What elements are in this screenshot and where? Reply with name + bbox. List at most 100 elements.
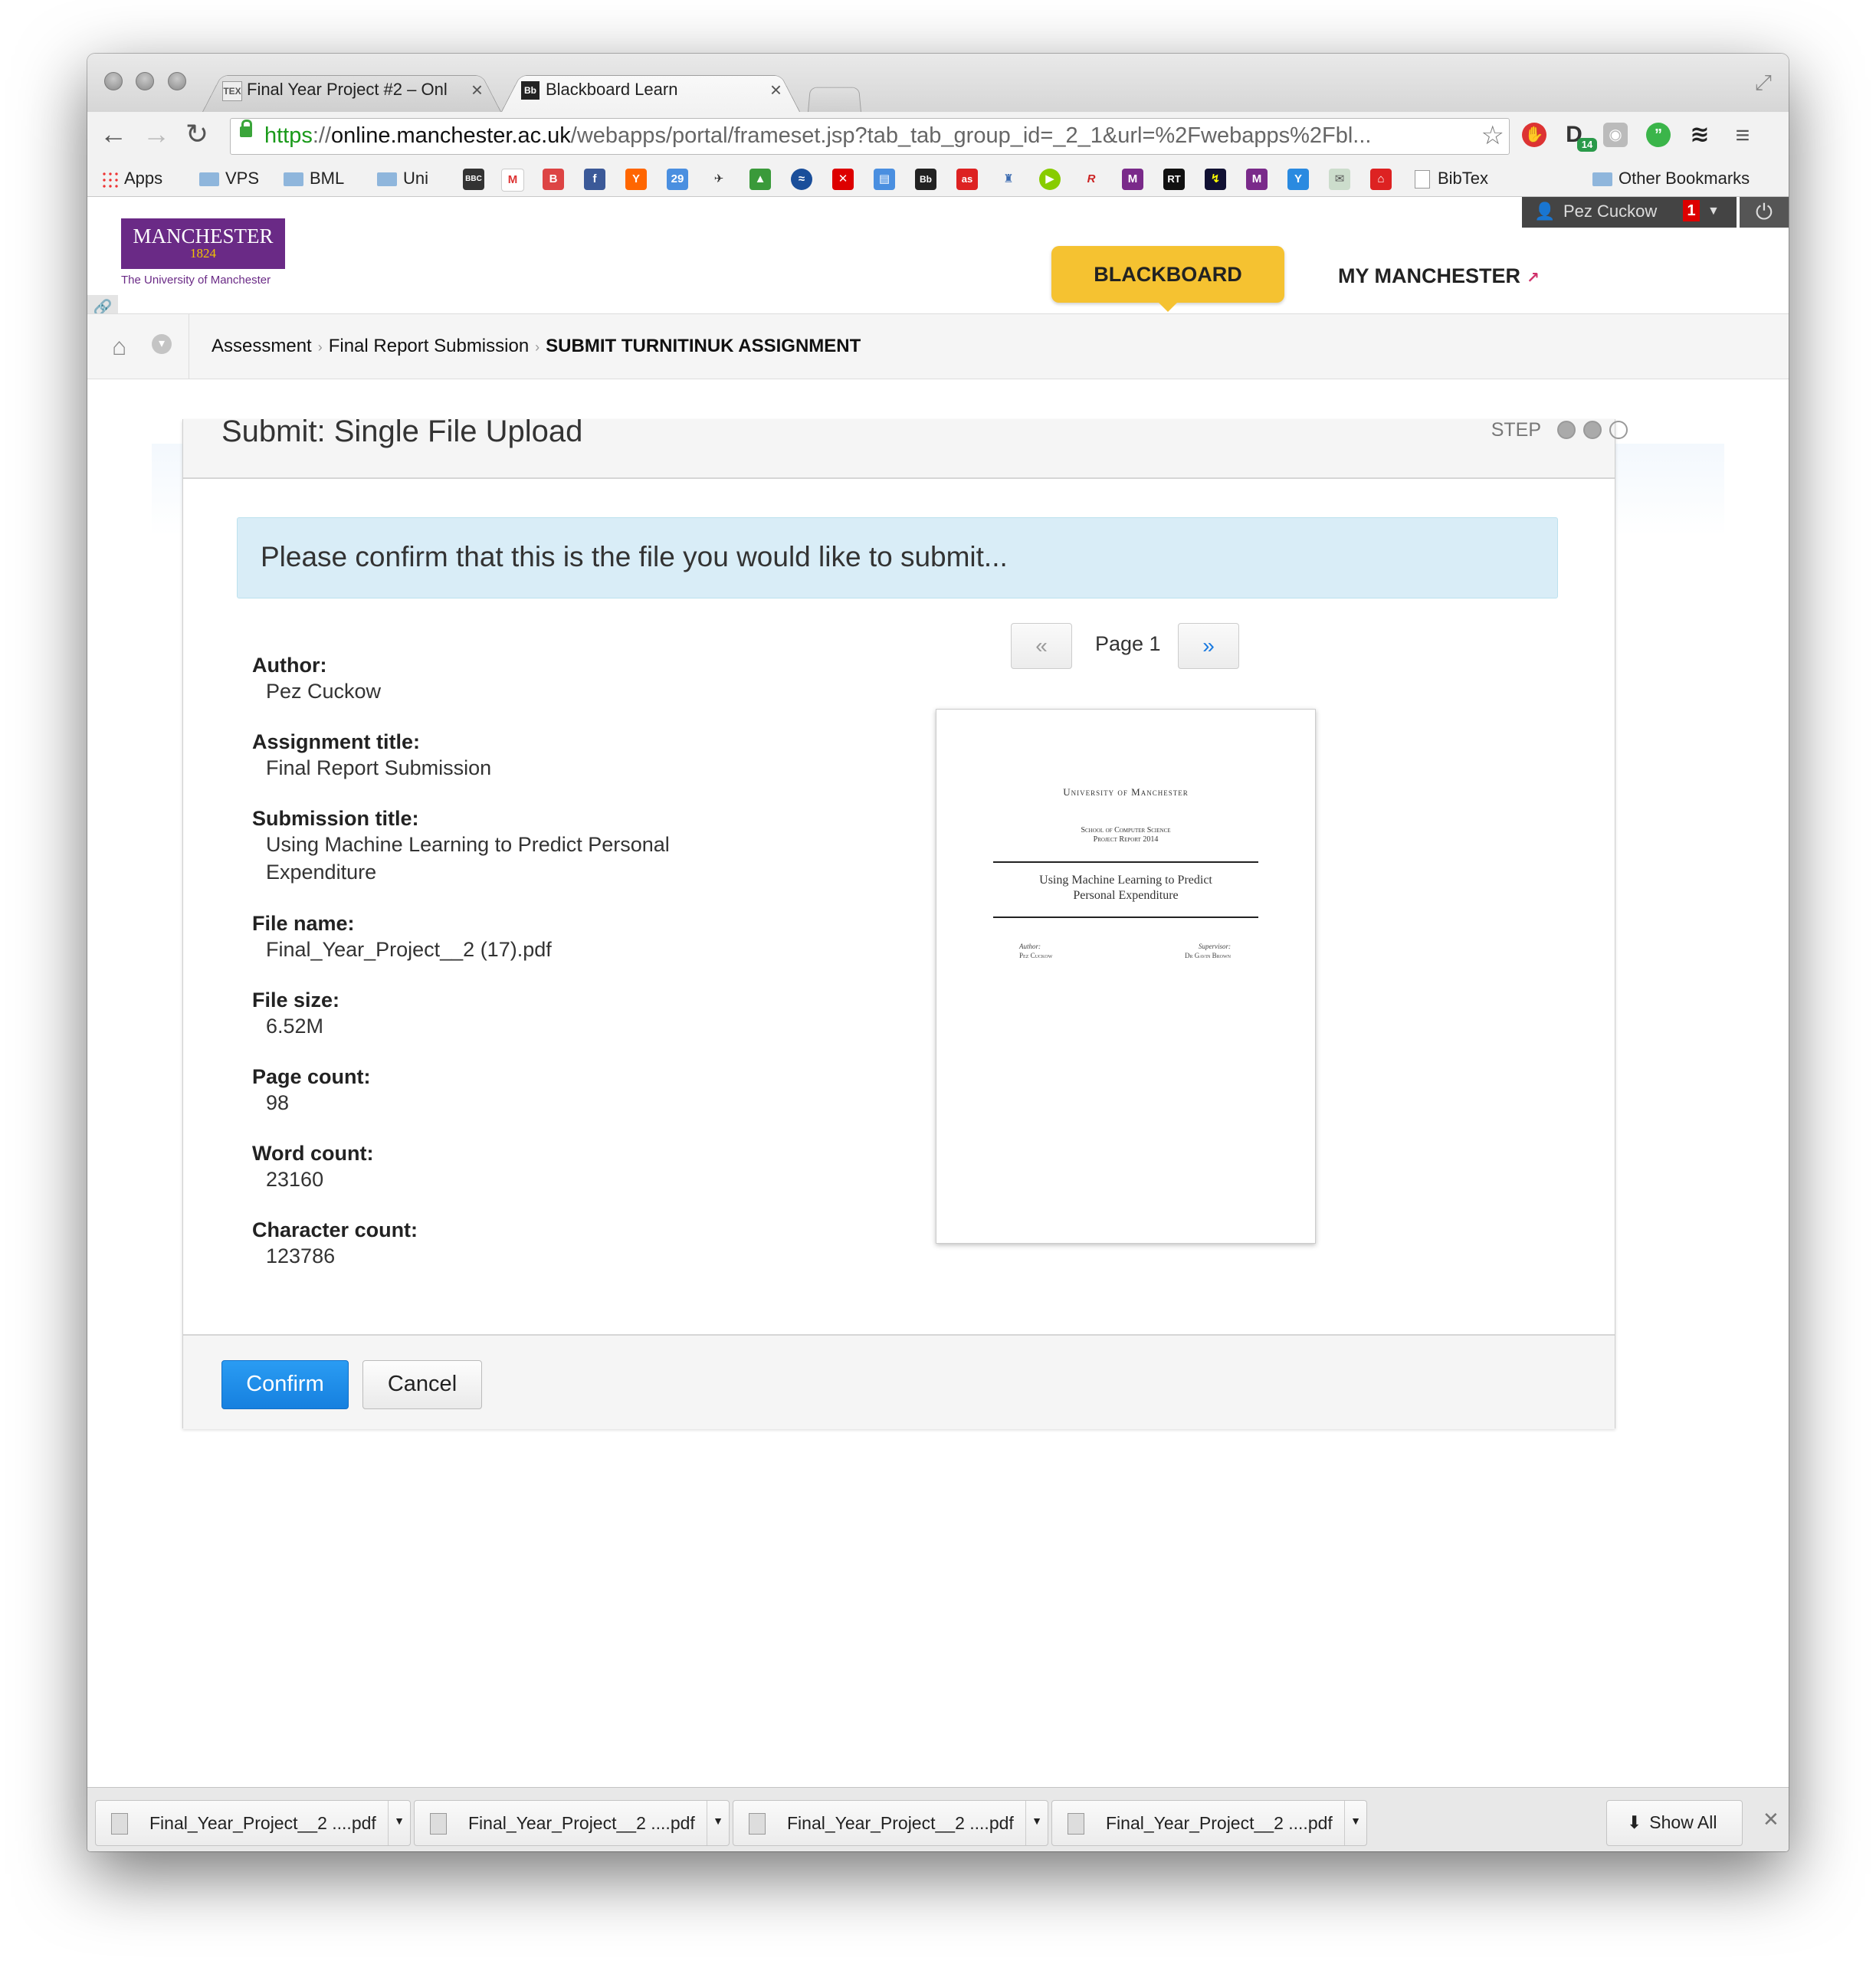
lastfm-bookmark-icon[interactable]: as [956,169,978,190]
bookmark-folder-uni[interactable]: Uni [377,169,428,189]
fullscreen-icon[interactable]: ⤢ [1755,70,1772,96]
tab-title: Final Year Project #2 – Onl [247,80,448,99]
submission-panel: Submit: Single File Upload STEP Please c… [182,415,1628,1429]
bookmark-icon-r[interactable]: R [1081,169,1102,190]
prev-page-button[interactable]: « [1011,623,1072,669]
detail-word-count: Word count: 23160 [252,1142,374,1191]
adblock-icon[interactable]: ✋ [1522,123,1546,147]
zoom-window-button[interactable] [167,72,186,90]
drive-bookmark-icon[interactable]: ▲ [749,169,771,190]
blackboard-favicon-icon: Bb [521,81,540,100]
new-tab-button[interactable] [808,84,861,112]
bookmark-icon-red[interactable]: B [543,169,564,190]
contacts-bookmark-icon[interactable]: ▤ [874,169,895,190]
detail-assignment-title: Assignment title: Final Report Submissio… [252,730,492,779]
chevron-right-icon: › [535,339,540,355]
detail-file-name: File name: Final_Year_Project__2 (17).pd… [252,912,552,961]
nav-blackboard-tab[interactable]: BLACKBOARD [1051,246,1284,312]
close-tab-icon[interactable]: × [770,78,782,102]
next-page-button[interactable]: » [1178,623,1239,669]
detail-character-count: Character count: 123786 [252,1218,418,1267]
manchester-bookmark-icon-2[interactable]: M [1246,169,1268,190]
pdf-file-icon [430,1813,447,1835]
user-icon: 👤 [1534,202,1556,221]
bookmark-icon-blue[interactable]: ♜ [998,169,1019,190]
bookmark-bibtex[interactable]: BibTex [1415,169,1488,189]
confirm-info-box: Please confirm that this is the file you… [237,517,1558,598]
breadcrumb-bar: ⌂ ▾ Assessment › Final Report Submission › S… [87,313,1789,379]
apps-grid-icon [101,171,118,189]
address-bar[interactable]: https://online.manchester.ac.uk/webapps/… [230,118,1510,155]
close-tab-icon[interactable]: × [471,78,483,102]
bookmark-folder-bml[interactable]: BML [284,169,344,189]
document-preview: University of Manchester School of Compu… [936,709,1316,1244]
detail-author: Author: Pez Cuckow [252,654,382,703]
download-item[interactable]: Final_Year_Project__2 ....pdf ▼ [1051,1800,1367,1846]
user-name: Pez Cuckow [1563,202,1658,221]
bookmark-star-icon[interactable]: ☆ [1481,120,1504,151]
close-downloads-icon[interactable]: ✕ [1763,1808,1779,1831]
detail-page-count: Page count: 98 [252,1065,371,1114]
manchester-logo[interactable]: MANCHESTER 1824 [121,218,285,269]
blackboard-bookmark-icon[interactable]: Bb [915,169,936,190]
breadcrumb-assessment[interactable]: Assessment [212,336,312,356]
bookmark-icon-mail[interactable]: ✉ [1329,169,1350,190]
bookmarks-bar: Apps VPS BML Uni BBC M B f Y 29 ✈ ▲ ≈ ✕ … [87,161,1789,197]
hsbc-bookmark-icon[interactable]: ✕ [832,169,854,190]
tab-title: Blackboard Learn [546,80,678,99]
calendar-bookmark-icon[interactable]: 29 [667,169,688,190]
breadcrumb-final-report[interactable]: Final Report Submission [329,336,529,356]
hackernews-bookmark-icon[interactable]: Y [625,169,647,190]
tab-blackboard-learn[interactable]: Bb Blackboard Learn × [501,69,800,112]
buffer-icon[interactable]: ≋ [1687,123,1712,147]
downloads-bar: Final_Year_Project__2 ....pdf ▼ Final_Yea… [87,1787,1789,1851]
forward-arrow-icon[interactable]: → [143,118,170,150]
menu-hamburger-icon[interactable]: ≡ [1730,123,1755,147]
lock-icon [240,120,252,137]
rail-bookmark-icon[interactable]: ≈ [791,169,812,190]
manchester-bookmark-icon[interactable]: M [1122,169,1143,190]
rt-bookmark-icon[interactable]: RT [1163,169,1185,190]
user-menu[interactable]: 👤 Pez Cuckow 1 ▼ [1522,197,1737,228]
nav-my-manchester[interactable]: MY MANCHESTER ↗ [1338,264,1540,288]
cancel-button[interactable]: Cancel [362,1360,482,1409]
bookmark-other-bookmarks[interactable]: Other Bookmarks [1592,169,1750,189]
chevron-down-icon[interactable]: ▼ [388,1801,410,1845]
yammer-bookmark-icon[interactable]: Y [1287,169,1309,190]
chevron-down-icon[interactable]: ▼ [707,1801,729,1845]
gmail-bookmark-icon[interactable]: M [501,169,524,192]
play-bookmark-icon[interactable]: ▶ [1039,169,1061,190]
home-icon[interactable]: ⌂ [112,333,126,361]
page-label: Page 1 [1095,632,1161,655]
download-item[interactable]: Final_Year_Project__2 ....pdf ▼ [414,1800,730,1846]
tab-final-year-project[interactable]: TEX Final Year Project #2 – Onl × [202,69,501,112]
bookmark-icon-chart[interactable]: ↯ [1205,169,1226,190]
reload-icon[interactable]: ↻ [185,118,208,150]
bookmark-folder-vps[interactable]: VPS [199,169,259,189]
chevron-down-icon[interactable]: ▼ [1344,1801,1366,1845]
chevron-down-icon[interactable]: ▼ [1025,1801,1048,1845]
back-arrow-icon[interactable]: ← [100,118,127,150]
tab-strip: TEX Final Year Project #2 – Onl × Bb Bla… [87,54,1789,112]
notification-badge[interactable]: 1 [1683,200,1700,221]
bookmark-icon-house[interactable]: ⌂ [1370,169,1392,190]
chevron-down-icon[interactable]: ▼ [1707,205,1720,218]
confirm-button[interactable]: Confirm [221,1360,349,1409]
extension-glasses-icon[interactable]: ◉ [1603,123,1628,147]
chevron-down-icon[interactable]: ▾ [152,334,172,354]
bookmark-apps[interactable]: Apps [101,169,162,189]
show-all-downloads-button[interactable]: ⬇ Show All [1606,1800,1743,1846]
hangouts-icon[interactable]: ” [1646,123,1671,147]
bbc-bookmark-icon[interactable]: BBC [463,169,484,190]
step-dot-complete [1556,421,1576,439]
logo-subtitle: The University of Manchester [121,274,271,287]
extension-badge: 14 [1577,138,1597,152]
close-window-button[interactable] [104,72,123,90]
logout-power-icon[interactable]: ⏻ [1740,197,1789,228]
facebook-bookmark-icon[interactable]: f [584,169,605,190]
info-message: Please confirm that this is the file you… [261,541,1008,572]
download-item[interactable]: Final_Year_Project__2 ....pdf ▼ [733,1800,1048,1846]
download-item[interactable]: Final_Year_Project__2 ....pdf ▼ [95,1800,411,1846]
bookmark-icon-misc[interactable]: ✈ [708,169,730,190]
minimize-window-button[interactable] [136,72,155,90]
